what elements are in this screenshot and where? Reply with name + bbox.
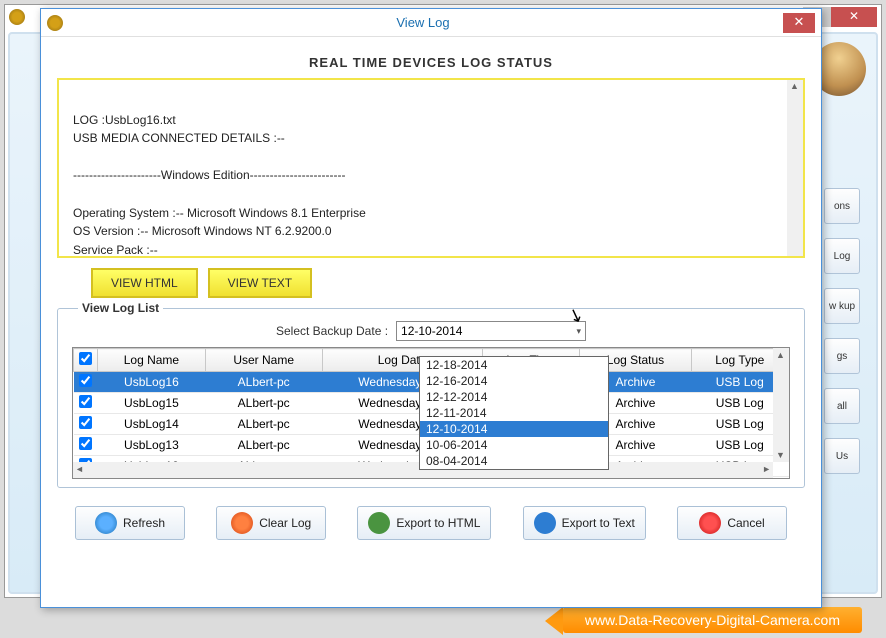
export-html-button[interactable]: Export to HTML — [357, 506, 491, 540]
refresh-icon — [95, 512, 117, 534]
clear-log-button[interactable]: Clear Log — [216, 506, 326, 540]
dropdown-option[interactable]: 10-06-2014 — [420, 437, 608, 453]
side-btn-3[interactable]: w kup — [824, 288, 860, 324]
dropdown-option[interactable]: 08-04-2014 — [420, 453, 608, 469]
refresh-button[interactable]: Refresh — [75, 506, 185, 540]
cell-logname: UsbLog13 — [98, 435, 206, 456]
log-line: Operating System :-- Microsoft Windows 8… — [73, 204, 789, 223]
col-username[interactable]: User Name — [205, 349, 322, 372]
view-log-dialog: View Log ✕ REAL TIME DEVICES LOG STATUS … — [40, 8, 822, 608]
dialog-close-button[interactable]: ✕ — [783, 13, 815, 33]
log-line: Service Pack :-- — [73, 241, 789, 258]
cell-logname: UsbLog16 — [98, 372, 206, 393]
cancel-icon — [699, 512, 721, 534]
dialog-icon — [47, 15, 63, 31]
row-checkbox[interactable] — [79, 395, 92, 408]
side-buttons: ons Log w kup gs all Us — [824, 188, 860, 474]
side-btn-4[interactable]: gs — [824, 338, 860, 374]
cell-username: ALbert-pc — [205, 435, 322, 456]
side-btn-5[interactable]: all — [824, 388, 860, 424]
dropdown-option[interactable]: 12-12-2014 — [420, 389, 608, 405]
dialog-title-text: View Log — [63, 15, 783, 30]
log-textarea[interactable]: LOG :UsbLog16.txt USB MEDIA CONNECTED DE… — [57, 78, 805, 258]
app-icon — [9, 9, 25, 25]
cell-logname: UsbLog15 — [98, 393, 206, 414]
log-line: LOG :UsbLog16.txt — [73, 111, 789, 130]
cell-username: ALbert-pc — [205, 372, 322, 393]
status-header: REAL TIME DEVICES LOG STATUS — [57, 55, 805, 70]
side-btn-1[interactable]: ons — [824, 188, 860, 224]
table-vscrollbar[interactable] — [773, 348, 789, 462]
dialog-titlebar: View Log ✕ — [41, 9, 821, 37]
view-html-button[interactable]: VIEW HTML — [91, 268, 198, 298]
row-checkbox[interactable] — [79, 416, 92, 429]
dropdown-option[interactable]: 12-18-2014 — [420, 357, 608, 373]
footer-link[interactable]: www.Data-Recovery-Digital-Camera.com — [563, 607, 862, 633]
select-backup-label: Select Backup Date : — [276, 324, 388, 338]
log-line: ----------------------Windows Edition---… — [73, 166, 789, 185]
backup-date-dropdown[interactable]: 12-18-2014 12-16-2014 12-12-2014 12-11-2… — [419, 356, 609, 470]
backup-date-combo[interactable]: 12-10-2014 — [396, 321, 586, 341]
side-btn-6[interactable]: Us — [824, 438, 860, 474]
html-icon — [368, 512, 390, 534]
dropdown-option-selected[interactable]: 12-10-2014 — [420, 421, 608, 437]
log-line: OS Version :-- Microsoft Windows NT 6.2.… — [73, 222, 789, 241]
cancel-button[interactable]: Cancel — [677, 506, 787, 540]
fieldset-legend: View Log List — [78, 301, 163, 315]
clear-icon — [231, 512, 253, 534]
cell-username: ALbert-pc — [205, 393, 322, 414]
close-button[interactable]: ✕ — [831, 7, 877, 27]
col-logname[interactable]: Log Name — [98, 349, 206, 372]
col-check[interactable] — [74, 349, 98, 372]
export-text-button[interactable]: Export to Text — [523, 506, 646, 540]
view-text-button[interactable]: VIEW TEXT — [208, 268, 312, 298]
row-checkbox[interactable] — [79, 374, 92, 387]
log-scrollbar[interactable] — [787, 80, 803, 256]
side-btn-2[interactable]: Log — [824, 238, 860, 274]
dropdown-option[interactable]: 12-16-2014 — [420, 373, 608, 389]
txt-icon — [534, 512, 556, 534]
cell-username: ALbert-pc — [205, 414, 322, 435]
log-line: USB MEDIA CONNECTED DETAILS :-- — [73, 129, 789, 148]
cell-logname: UsbLog14 — [98, 414, 206, 435]
dropdown-option[interactable]: 12-11-2014 — [420, 405, 608, 421]
row-checkbox[interactable] — [79, 437, 92, 450]
